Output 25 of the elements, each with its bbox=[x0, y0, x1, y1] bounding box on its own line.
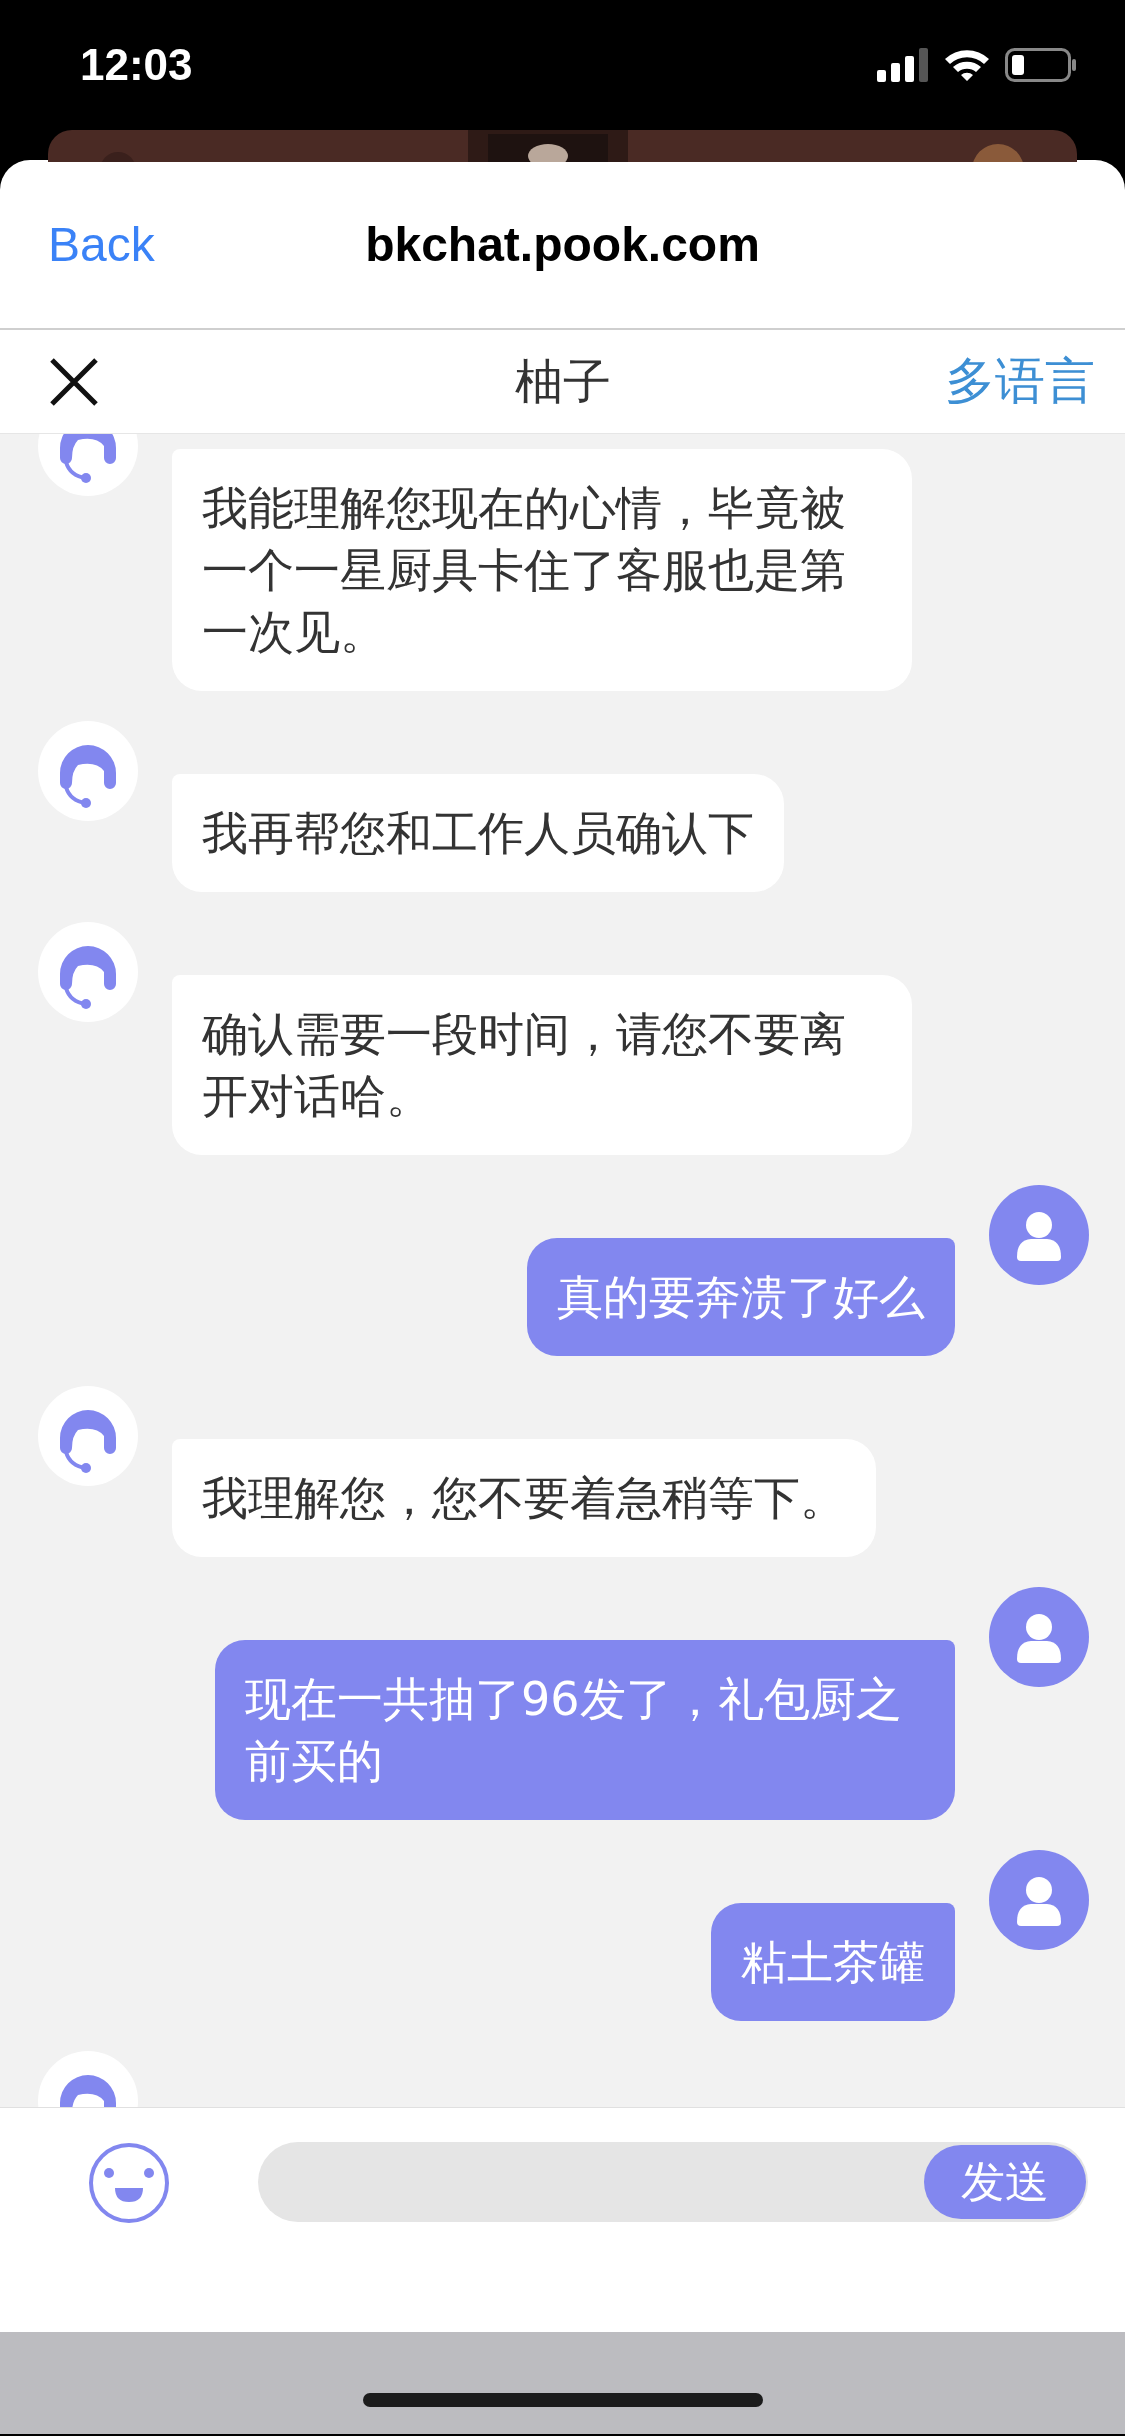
message-input[interactable]: 发送 bbox=[258, 2142, 1088, 2222]
send-button[interactable]: 发送 bbox=[924, 2145, 1086, 2219]
headset-avatar-icon bbox=[38, 1386, 138, 1486]
message-bubble: 粘土茶罐 bbox=[711, 1903, 955, 2021]
language-link[interactable]: 多语言 bbox=[945, 348, 1095, 415]
clock-time: 12:03 bbox=[80, 40, 193, 90]
signal-icon bbox=[877, 48, 929, 82]
chat-title: 柚子 bbox=[514, 351, 611, 411]
close-icon[interactable] bbox=[48, 355, 100, 408]
page-address: bkchat.pook.com bbox=[365, 216, 760, 272]
message-bubble: 我再帮您和工作人员确认下 bbox=[172, 774, 784, 892]
user-avatar-icon bbox=[989, 1185, 1089, 1285]
user-avatar-icon bbox=[989, 1587, 1089, 1687]
message-bubble: 真的要奔溃了好么 bbox=[527, 1238, 955, 1356]
message-bubble: 现在一共抽了96发了，礼包厨之前买的 bbox=[215, 1640, 955, 1820]
emoji-icon[interactable] bbox=[88, 2142, 170, 2224]
back-button[interactable]: Back bbox=[48, 216, 155, 272]
message-bubble: 确认需要一段时间，请您不要离开对话哈。 bbox=[172, 975, 912, 1155]
wifi-icon bbox=[943, 47, 991, 83]
headset-avatar-icon bbox=[38, 721, 138, 821]
headset-avatar-icon bbox=[38, 922, 138, 1022]
battery-icon bbox=[1005, 48, 1077, 82]
message-bubble: 我理解您，您不要着急稍等下。 bbox=[172, 1439, 876, 1557]
user-avatar-icon bbox=[989, 1850, 1089, 1950]
message-bubble: 我能理解您现在的心情，毕竟被一个一星厨具卡住了客服也是第一次见。 bbox=[172, 449, 912, 691]
